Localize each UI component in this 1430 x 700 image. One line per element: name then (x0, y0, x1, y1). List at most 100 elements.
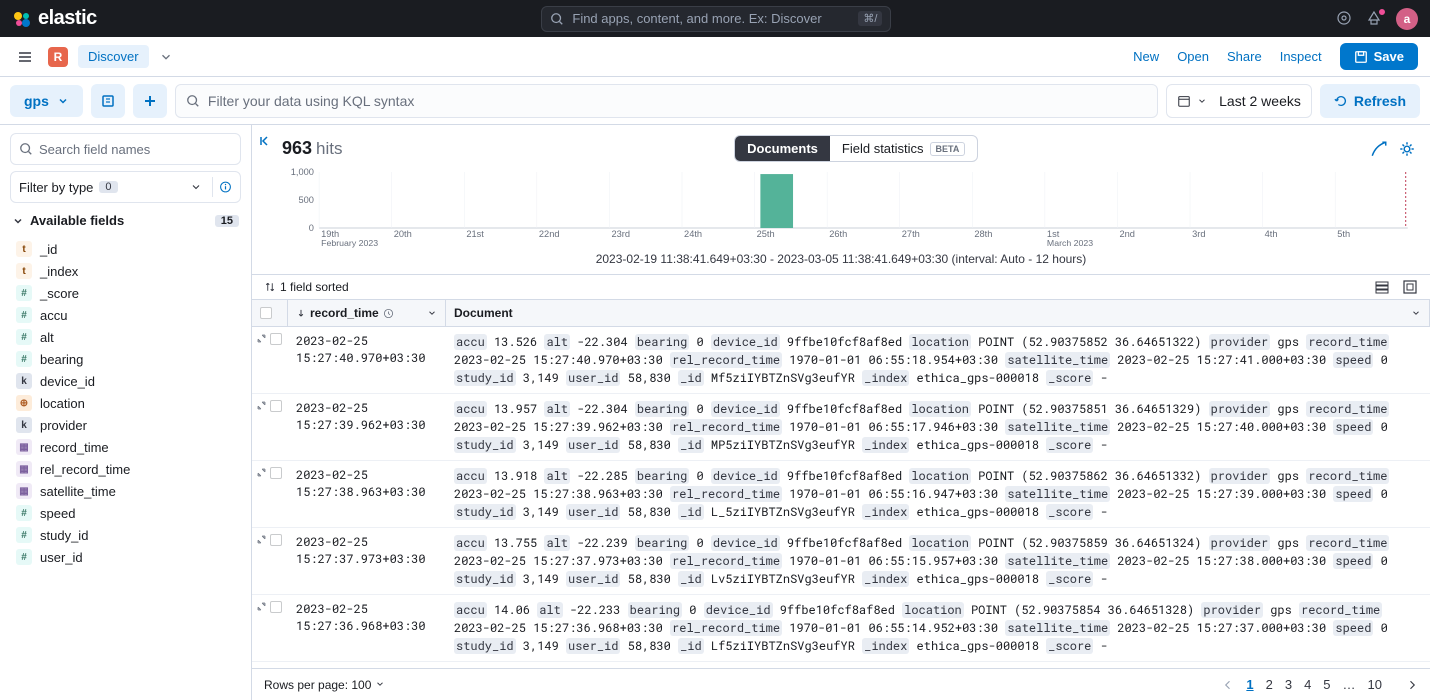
field-item-study_id[interactable]: #study_id (10, 524, 241, 546)
field-info-button[interactable] (212, 177, 232, 197)
tab-documents[interactable]: Documents (735, 136, 830, 161)
row-checkbox[interactable] (270, 333, 282, 345)
field-name: location (40, 396, 85, 411)
brand-logo[interactable]: elastic (12, 7, 97, 30)
field-item-bearing[interactable]: #bearing (10, 348, 241, 370)
field-item-accu[interactable]: #accu (10, 304, 241, 326)
rows-per-page[interactable]: Rows per page: 100 (264, 678, 385, 692)
expand-icon[interactable] (256, 534, 267, 545)
row-checkbox[interactable] (270, 400, 282, 412)
disk-icon (100, 93, 116, 109)
svg-text:26th: 26th (829, 229, 847, 239)
filter-by-type[interactable]: Filter by type 0 (10, 171, 241, 203)
field-item-satellite_time[interactable]: ▦satellite_time (10, 480, 241, 502)
sort-label[interactable]: 1 field sorted (280, 280, 349, 294)
row-checkbox[interactable] (270, 534, 282, 546)
page-…: … (1343, 677, 1356, 692)
tab-field-statistics[interactable]: Field statisticsBETA (830, 136, 977, 161)
field-search-input[interactable]: Search field names (10, 133, 241, 165)
collapse-left-icon (258, 133, 274, 149)
brand-name: elastic (38, 7, 97, 30)
field-name: speed (40, 506, 75, 521)
field-item-provider[interactable]: kprovider (10, 414, 241, 436)
page-2[interactable]: 2 (1266, 677, 1273, 692)
table-row: 2023-02-2515:27:37.973+03:30 accu 13.755… (252, 528, 1430, 595)
field-item-record_time[interactable]: ▦record_time (10, 436, 241, 458)
results-panel: 963 hits Documents Field statisticsBETA … (252, 125, 1430, 700)
column-record-time[interactable]: record_time (288, 300, 446, 327)
field-item-speed[interactable]: #speed (10, 502, 241, 524)
expand-icon[interactable] (256, 333, 267, 344)
page-3[interactable]: 3 (1285, 677, 1292, 692)
gear-icon[interactable] (1398, 140, 1416, 158)
expand-icon[interactable] (256, 467, 267, 478)
page-10[interactable]: 10 (1368, 677, 1382, 692)
page-5[interactable]: 5 (1323, 677, 1330, 692)
row-timestamp: 2023-02-2515:27:39.962+03:30 (288, 394, 446, 460)
available-fields-header[interactable]: Available fields 15 (10, 209, 241, 232)
space-selector[interactable]: R (48, 47, 68, 67)
share-button[interactable]: Share (1227, 49, 1262, 64)
row-document: accu 13.918 alt -22.285 bearing 0 device… (446, 461, 1430, 527)
page-1[interactable]: 1 (1246, 677, 1253, 692)
global-search-input[interactable]: Find apps, content, and more. Ex: Discov… (541, 6, 891, 32)
field-item-rel_record_time[interactable]: ▦rel_record_time (10, 458, 241, 480)
document-grid: record_time Document 2023-02-2515:27:40.… (252, 299, 1430, 668)
svg-text:February 2023: February 2023 (321, 238, 378, 248)
save-button[interactable]: Save (1340, 43, 1418, 70)
kql-placeholder: Filter your data using KQL syntax (208, 93, 414, 109)
kql-query-input[interactable]: Filter your data using KQL syntax (175, 84, 1158, 118)
chart-edit-icon[interactable] (1370, 140, 1388, 158)
row-checkbox[interactable] (270, 601, 282, 613)
field-item-device_id[interactable]: kdevice_id (10, 370, 241, 392)
fullscreen-icon[interactable] (1402, 279, 1418, 295)
breadcrumb-discover[interactable]: Discover (78, 45, 149, 68)
prev-page-icon[interactable] (1222, 679, 1234, 691)
open-button[interactable]: Open (1177, 49, 1209, 64)
user-avatar[interactable]: a (1396, 8, 1418, 30)
expand-icon[interactable] (256, 601, 267, 612)
select-all-checkbox[interactable] (252, 300, 288, 327)
display-options-icon[interactable] (1374, 279, 1390, 295)
page-4[interactable]: 4 (1304, 677, 1311, 692)
collapse-sidebar-button[interactable] (258, 133, 274, 149)
new-button[interactable]: New (1133, 49, 1159, 64)
data-view-selector[interactable]: gps (10, 85, 83, 117)
nav-toggle-button[interactable] (12, 44, 38, 70)
chevron-down-icon[interactable] (1411, 308, 1421, 318)
saved-query-button[interactable] (91, 84, 125, 118)
next-page-icon[interactable] (1406, 679, 1418, 691)
row-checkbox[interactable] (270, 467, 282, 479)
field-type-icon: t (16, 263, 32, 279)
field-item-user_id[interactable]: #user_id (10, 546, 241, 568)
field-type-icon: ▦ (16, 461, 32, 477)
search-icon (550, 12, 564, 26)
histogram-chart[interactable]: 05001,00019thFebruary 202320th21st22nd23… (252, 168, 1430, 248)
expand-icon[interactable] (256, 400, 267, 411)
svg-text:23rd: 23rd (611, 229, 630, 239)
add-filter-button[interactable] (133, 84, 167, 118)
column-document[interactable]: Document (446, 300, 1430, 327)
field-item-alt[interactable]: #alt (10, 326, 241, 348)
field-type-icon: # (16, 549, 32, 565)
newsfeed-icon[interactable] (1366, 10, 1384, 28)
field-type-icon: # (16, 307, 32, 323)
chevron-down-icon[interactable] (427, 308, 437, 318)
time-range-label: 2023-02-19 11:38:41.649+03:30 - 2023-03-… (252, 248, 1430, 274)
date-picker[interactable]: Last 2 weeks (1166, 84, 1312, 118)
inspect-button[interactable]: Inspect (1280, 49, 1322, 64)
notification-dot (1378, 8, 1386, 16)
row-timestamp: 2023-02-2515:27:37.973+03:30 (288, 528, 446, 594)
refresh-button[interactable]: Refresh (1320, 84, 1420, 118)
view-mode-tabs: Documents Field statisticsBETA (734, 135, 978, 162)
field-item-location[interactable]: ⊕location (10, 392, 241, 414)
field-item-_index[interactable]: t_index (10, 260, 241, 282)
field-item-_id[interactable]: t_id (10, 238, 241, 260)
svg-text:March 2023: March 2023 (1047, 238, 1093, 248)
field-item-_score[interactable]: #_score (10, 282, 241, 304)
field-type-icon: k (16, 373, 32, 389)
chevron-down-icon[interactable] (159, 50, 173, 64)
save-icon (1354, 50, 1368, 64)
chevron-down-icon (190, 181, 202, 193)
help-icon[interactable] (1336, 10, 1354, 28)
